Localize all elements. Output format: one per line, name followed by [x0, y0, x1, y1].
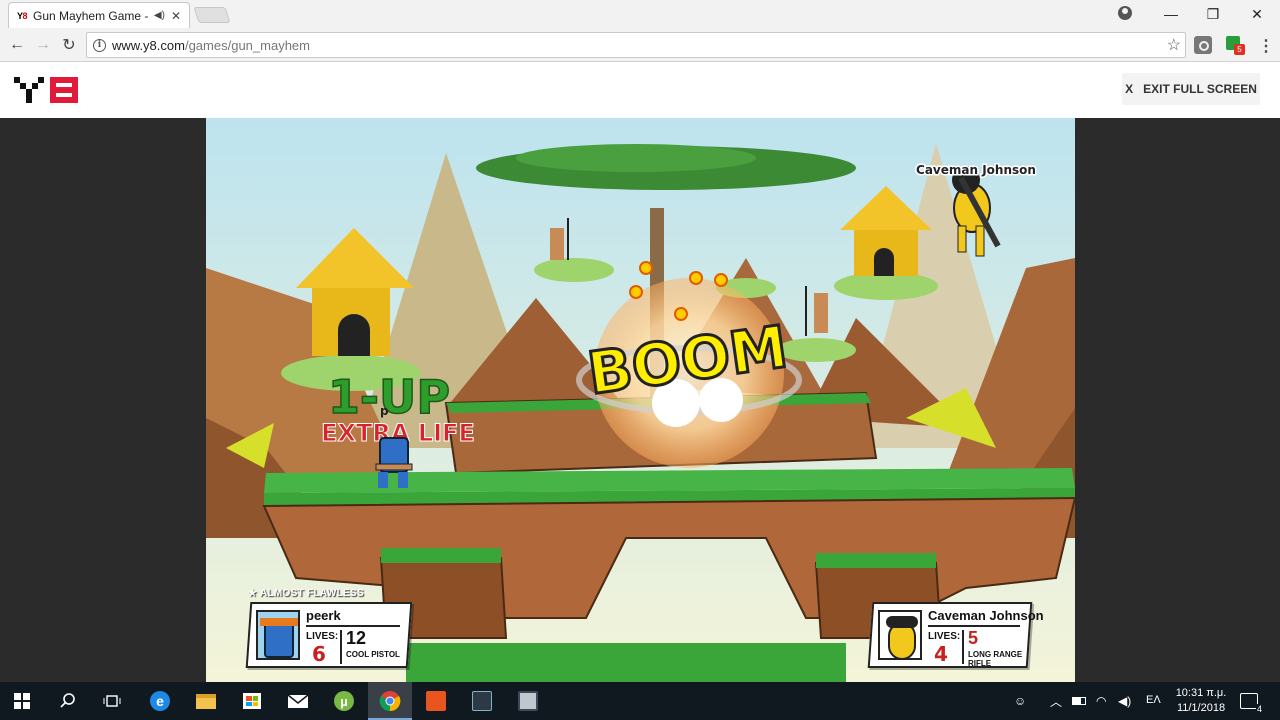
player1-name: peerk — [306, 608, 341, 623]
bookmark-star-icon[interactable]: ☆ — [1167, 35, 1181, 55]
player2-lives: 4 — [934, 642, 948, 666]
battery-icon[interactable] — [1072, 682, 1086, 720]
reload-button[interactable]: ↻ — [58, 34, 80, 56]
y8-logo[interactable] — [14, 75, 80, 105]
exit-fullscreen-button[interactable]: X EXIT FULL SCREEN — [1122, 73, 1260, 105]
back-button[interactable]: ← — [6, 34, 28, 56]
one-up-text: 1-UP — [328, 370, 450, 424]
volume-icon[interactable]: ◀) — [1118, 682, 1131, 720]
player1-ammo: 12 — [346, 628, 367, 648]
search-icon[interactable] — [46, 682, 90, 720]
tab-close-icon[interactable]: ✕ — [171, 9, 181, 23]
game-canvas[interactable]: BOOM 1-UP EXTRA LIFE p Caveman Johnson ★… — [206, 118, 1075, 682]
extension-badge: 5 — [1234, 44, 1245, 55]
player2-portrait — [878, 610, 922, 660]
utorrent-icon[interactable]: µ — [322, 682, 366, 720]
wifi-icon[interactable]: ◠ — [1096, 682, 1106, 720]
notifications-icon[interactable]: 4 — [1240, 682, 1263, 720]
small-floating-platform — [534, 258, 614, 282]
minimize-button[interactable]: — — [1150, 0, 1192, 28]
player2-name: Caveman Johnson — [928, 608, 1044, 623]
green-extension-icon[interactable]: 5 — [1226, 36, 1245, 55]
player1-lives-label: LIVES: — [306, 631, 339, 642]
address-bar[interactable]: i www.y8.com/games/gun_mayhem ☆ — [86, 32, 1186, 58]
star-icon: ★ — [248, 588, 258, 599]
player2-ammo: 5 — [968, 628, 979, 648]
windows-taskbar: e µ ☺ ︿ ◠ ◀) ΕΛ 10:31 π.μ. 11/1/2018 4 — [0, 682, 1280, 720]
player1-tag: p — [380, 404, 389, 418]
browser-tab-strip: Y8 Gun Mayhem Game - ◀) ✕ — ❐ ✕ — [0, 0, 1280, 28]
chrome-menu-icon[interactable]: ⋮ — [1258, 36, 1274, 56]
url-path: /games/gun_mayhem — [184, 37, 310, 53]
exit-fullscreen-label: EXIT FULL SCREEN — [1143, 82, 1257, 96]
profile-icon[interactable] — [1118, 6, 1132, 20]
browser-tab[interactable]: Y8 Gun Mayhem Game - ◀) ✕ — [8, 2, 190, 28]
new-tab-button[interactable] — [193, 7, 231, 23]
player2-hud-card: Caveman Johnson LIVES: 4 5 LONG RANGE RI… — [867, 602, 1044, 668]
tab-title: Gun Mayhem Game - — [33, 8, 148, 23]
browser-toolbar: ← → ↻ i www.y8.com/games/gun_mayhem ☆ 5 … — [0, 28, 1280, 62]
site-info-icon[interactable]: i — [93, 38, 106, 52]
camera-extension-icon[interactable] — [1194, 36, 1212, 54]
clock-date: 11/1/2018 — [1176, 702, 1226, 714]
player2-lives-label: LIVES: — [928, 631, 961, 642]
forward-button[interactable]: → — [32, 34, 54, 56]
close-window-button[interactable]: ✕ — [1236, 0, 1278, 28]
player1-hud-card: peerk LIVES: 6 12 COOL PISTOL — [245, 602, 413, 668]
caveman-tag: Caveman Johnson — [916, 163, 1036, 177]
windows-start-icon[interactable] — [0, 682, 44, 720]
chrome-icon[interactable] — [368, 682, 412, 720]
player1-weapon: COOL PISTOL — [346, 650, 400, 659]
task-view-icon[interactable] — [90, 682, 134, 720]
close-x-icon: X — [1125, 82, 1134, 96]
speaker-icon[interactable]: ◀) — [154, 10, 165, 21]
store-icon[interactable] — [230, 682, 274, 720]
rank-label: ★ ALMOST FLAWLESS — [248, 588, 364, 599]
restore-button[interactable]: ❐ — [1192, 0, 1234, 28]
app-dark-icon[interactable] — [460, 682, 504, 720]
notification-count: 4 — [1255, 704, 1263, 714]
mail-icon[interactable] — [276, 682, 320, 720]
file-explorer-icon[interactable] — [184, 682, 228, 720]
app-orange-icon[interactable] — [414, 682, 458, 720]
y8-favicon-icon: Y8 — [17, 10, 28, 21]
player1-lives: 6 — [312, 642, 326, 666]
app-disk-icon[interactable] — [506, 682, 550, 720]
clock[interactable]: 10:31 π.μ. 11/1/2018 — [1170, 686, 1232, 716]
site-header — [0, 62, 1280, 118]
clock-time: 10:31 π.μ. — [1175, 687, 1227, 699]
people-icon[interactable]: ☺ — [1014, 682, 1026, 720]
language-indicator[interactable]: ΕΛ — [1146, 694, 1161, 706]
url-domain: www.y8.com — [112, 37, 185, 53]
player1-portrait — [256, 610, 300, 660]
edge-icon[interactable]: e — [138, 682, 182, 720]
player2-weapon: LONG RANGE RIFLE — [968, 650, 1023, 668]
show-hidden-icons-icon[interactable]: ︿ — [1050, 682, 1062, 720]
